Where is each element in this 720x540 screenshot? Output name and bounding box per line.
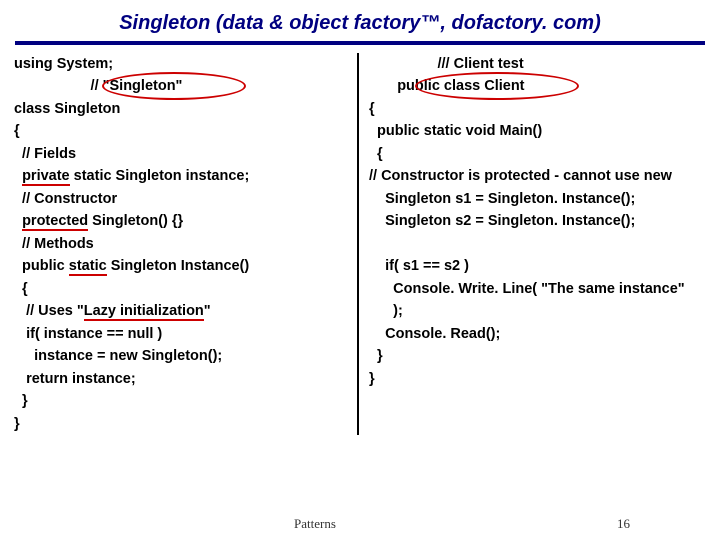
left-code-column: using System; // "Singleton" class Singl…	[14, 53, 359, 435]
code-line: if( instance == null )	[14, 323, 351, 345]
code-line: // "Singleton"	[14, 75, 351, 97]
code-line: {	[369, 143, 706, 165]
code-line: if( s1 == s2 )	[369, 255, 706, 277]
code-line: {	[369, 98, 706, 120]
code-line: class Singleton	[14, 98, 351, 120]
footer-page-number: 16	[490, 516, 720, 532]
code-line: public class Client	[369, 75, 706, 97]
code-line: }	[14, 390, 351, 412]
underline-private: private	[22, 168, 70, 186]
code-line: protected Singleton() {}	[14, 210, 351, 232]
code-line: // Fields	[14, 143, 351, 165]
code-line	[369, 233, 706, 255]
code-columns: using System; // "Singleton" class Singl…	[0, 53, 720, 435]
code-line: }	[369, 345, 706, 367]
code-line: Singleton s2 = Singleton. Instance();	[369, 210, 706, 232]
underline-protected: protected	[22, 213, 88, 231]
code-line: Console. Read();	[369, 323, 706, 345]
underline-lazy-init: Lazy initialization	[84, 303, 204, 321]
code-line: return instance;	[14, 368, 351, 390]
right-code-column: /// Client test public class Client { pu…	[359, 53, 706, 435]
code-line: // Methods	[14, 233, 351, 255]
code-line: private static Singleton instance;	[14, 165, 351, 187]
code-line: // Constructor is protected - cannot use…	[369, 165, 706, 187]
code-line: public static Singleton Instance()	[14, 255, 351, 277]
code-line: {	[14, 120, 351, 142]
footer: Patterns 16	[0, 516, 720, 532]
code-line: public static void Main()	[369, 120, 706, 142]
code-line: instance = new Singleton();	[14, 345, 351, 367]
slide-title: Singleton (data & object factory™, dofac…	[0, 0, 720, 41]
code-line: }	[14, 413, 351, 435]
code-line: using System;	[14, 53, 351, 75]
code-line: // Uses "Lazy initialization"	[14, 300, 351, 322]
code-line: /// Client test	[369, 53, 706, 75]
code-line: Console. Write. Line( "The same instance…	[369, 278, 706, 300]
code-line: }	[369, 368, 706, 390]
code-line: // Constructor	[14, 188, 351, 210]
code-line: {	[14, 278, 351, 300]
footer-center: Patterns	[140, 516, 490, 532]
code-line: );	[369, 300, 706, 322]
code-line: Singleton s1 = Singleton. Instance();	[369, 188, 706, 210]
underline-static: static	[69, 258, 107, 276]
title-underline	[15, 41, 705, 45]
